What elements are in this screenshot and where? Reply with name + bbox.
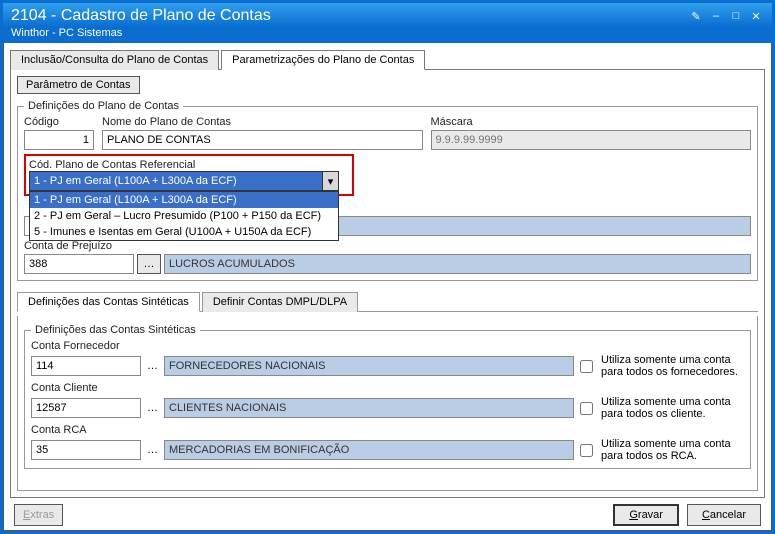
parametro-de-contas-button[interactable]: Parâmetro de Contas: [17, 76, 140, 94]
ellipsis-icon: …: [147, 444, 158, 456]
gravar-button[interactable]: Gravar: [613, 504, 679, 526]
label-checkbox-cliente: Utiliza somente uma conta para todos os …: [601, 396, 744, 420]
tab-parametrizacoes[interactable]: Parametrizações do Plano de Contas: [221, 50, 425, 70]
checkbox-rca-unico[interactable]: [580, 444, 593, 457]
window-title: 2104 - Cadastro de Plano de Contas: [11, 7, 684, 25]
conta-prejuizo-row: … LUCROS ACUMULADOS: [24, 254, 751, 274]
label-plano-referencial: Cód. Plano de Contas Referencial: [29, 159, 195, 171]
mascara-input[interactable]: [431, 130, 752, 150]
conta-rca-lookup-button[interactable]: …: [147, 444, 158, 456]
referencial-highlight: Cód. Plano de Contas Referencial ▾ 1 - P…: [24, 154, 354, 196]
cancelar-button[interactable]: Cancelar: [687, 504, 761, 526]
plano-referencial-selected[interactable]: [29, 171, 339, 191]
conta-prejuizo-code[interactable]: [24, 254, 134, 274]
conta-fornecedor-lookup-button[interactable]: …: [147, 360, 158, 372]
checkbox-cliente-unico[interactable]: [580, 402, 593, 415]
titlebar: 2104 - Cadastro de Plano de Contas ✎ – □…: [3, 3, 772, 27]
client-area: Inclusão/Consulta do Plano de Contas Par…: [3, 43, 772, 531]
legend-contas-sinteticas: Definições das Contas Sintéticas: [31, 324, 200, 336]
group-definicoes-plano: Definições do Plano de Contas Código Nom…: [17, 100, 758, 281]
combo-option[interactable]: 2 - PJ em Geral – Lucro Presumido (P100 …: [30, 208, 338, 224]
label-conta-prejuizo: Conta de Prejuízo: [24, 240, 751, 252]
bottom-bar: EExtrasxtras Gravar Cancelar: [10, 498, 765, 526]
subpanel-sinteticas: Definições das Contas Sintéticas Conta F…: [17, 316, 758, 491]
plano-referencial-list: 1 - PJ em Geral (L100A + L300A da ECF) 2…: [29, 191, 339, 241]
label-conta-rca: Conta RCA: [31, 424, 744, 436]
ellipsis-icon: …: [147, 360, 158, 372]
maximize-icon[interactable]: □: [728, 9, 744, 23]
plano-referencial-combo[interactable]: ▾ 1 - PJ em Geral (L100A + L300A da ECF)…: [29, 171, 339, 191]
close-icon[interactable]: ✕: [748, 9, 764, 23]
chevron-down-icon[interactable]: ▾: [322, 172, 338, 190]
legend-definicoes-plano: Definições do Plano de Contas: [24, 100, 183, 112]
panel-parametrizacoes: Parâmetro de Contas Definições do Plano …: [10, 70, 765, 498]
subtab-definicoes-sinteticas[interactable]: Definições das Contas Sintéticas: [17, 292, 200, 312]
checkbox-fornecedor-unico[interactable]: [580, 360, 593, 373]
codigo-input[interactable]: [24, 130, 94, 150]
conta-prejuizo-desc: LUCROS ACUMULADOS: [164, 254, 751, 274]
subtab-dmpl-dlpa[interactable]: Definir Contas DMPL/DLPA: [202, 292, 358, 312]
nome-plano-input[interactable]: [102, 130, 423, 150]
combo-option[interactable]: 5 - Imunes e Isentas em Geral (U100A + U…: [30, 224, 338, 240]
conta-cliente-desc: CLIENTES NACIONAIS: [164, 398, 574, 418]
window-subtitle: Winthor - PC Sistemas: [3, 27, 772, 43]
conta-rca-desc: MERCADORIAS EM BONIFICAÇÃO: [164, 440, 574, 460]
minimize-icon[interactable]: –: [708, 9, 724, 23]
label-conta-cliente: Conta Cliente: [31, 382, 744, 394]
conta-rca-code[interactable]: [31, 440, 141, 460]
tab-inclusao[interactable]: Inclusão/Consulta do Plano de Contas: [10, 50, 219, 70]
ellipsis-icon: …: [144, 258, 155, 270]
ellipsis-icon: …: [147, 402, 158, 414]
label-conta-fornecedor: Conta Fornecedor: [31, 340, 120, 352]
conta-cliente-lookup-button[interactable]: …: [147, 402, 158, 414]
label-codigo: Código: [24, 116, 94, 128]
edit-icon[interactable]: ✎: [688, 9, 704, 23]
label-checkbox-fornecedor: Utiliza somente uma conta para todos os …: [601, 354, 744, 378]
label-mascara: Máscara: [431, 116, 752, 128]
conta-fornecedor-code[interactable]: [31, 356, 141, 376]
group-contas-sinteticas: Definições das Contas Sintéticas Conta F…: [24, 324, 751, 469]
conta-cliente-code[interactable]: [31, 398, 141, 418]
main-tabs: Inclusão/Consulta do Plano de Contas Par…: [10, 49, 765, 70]
conta-prejuizo-lookup-button[interactable]: …: [137, 254, 161, 274]
conta-fornecedor-desc: FORNECEDORES NACIONAIS: [164, 356, 574, 376]
label-nome-plano: Nome do Plano de Contas: [102, 116, 423, 128]
label-checkbox-rca: Utiliza somente uma conta para todos os …: [601, 438, 744, 462]
combo-option[interactable]: 1 - PJ em Geral (L100A + L300A da ECF): [30, 192, 338, 208]
sub-tabs: Definições das Contas Sintéticas Definir…: [17, 291, 758, 312]
extras-button: EExtrasxtras: [14, 504, 63, 526]
